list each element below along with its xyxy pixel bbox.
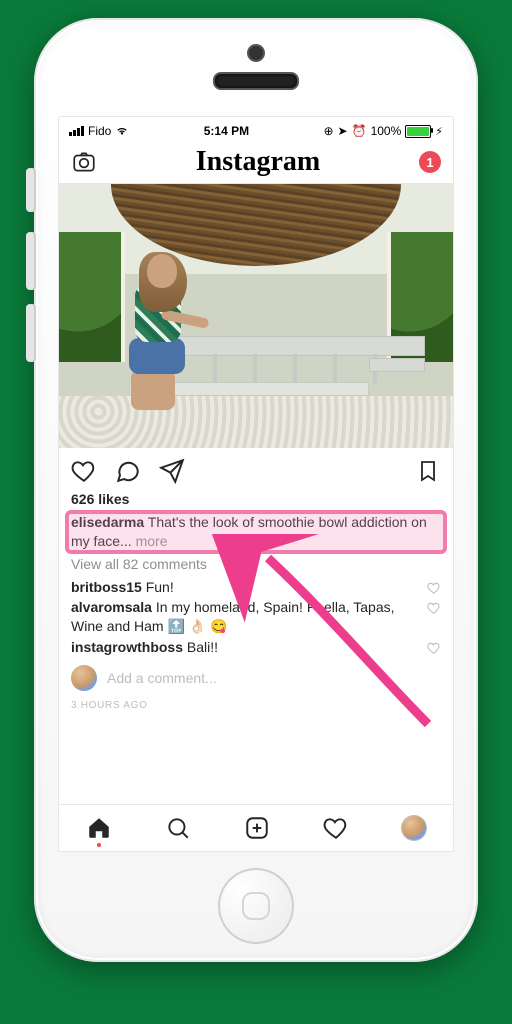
caption[interactable]: elisedarma That's the look of smoothie b…: [71, 513, 441, 551]
notification-dot: [97, 843, 101, 847]
avatar: [71, 665, 97, 691]
tab-search[interactable]: [165, 815, 191, 841]
add-comment[interactable]: Add a comment...: [71, 665, 441, 691]
feed: 626 likes elisedarma That's the look of …: [59, 184, 453, 804]
comment-username[interactable]: britboss15: [71, 579, 142, 595]
phone-frame: Fido 5:14 PM ⊕ ➤ ⏰ 100% ⚡︎ Instagr: [34, 18, 478, 962]
view-all-comments[interactable]: View all 82 comments: [71, 555, 441, 574]
alarm-icon: ⏰: [352, 124, 367, 138]
post-image[interactable]: [59, 184, 453, 448]
add-comment-placeholder: Add a comment...: [107, 669, 217, 688]
comment-username[interactable]: alvaromsala: [71, 599, 152, 615]
like-comment-icon[interactable]: [427, 641, 441, 660]
signal-icon: [69, 126, 84, 136]
save-icon[interactable]: [415, 458, 441, 484]
volume-down-button: [26, 304, 36, 362]
battery-icon: [405, 125, 431, 138]
screen: Fido 5:14 PM ⊕ ➤ ⏰ 100% ⚡︎ Instagr: [58, 116, 454, 852]
comment-row[interactable]: britboss15 Fun!: [71, 578, 441, 597]
mute-switch: [26, 168, 36, 212]
tab-profile[interactable]: [402, 816, 426, 840]
like-comment-icon[interactable]: [427, 581, 441, 600]
battery-pct: 100%: [371, 124, 402, 138]
direct-badge[interactable]: 1: [419, 151, 441, 173]
comment-text: Bali!!: [183, 639, 218, 655]
timestamp: 3 HOURS AGO: [71, 699, 441, 713]
tab-new-post[interactable]: [244, 815, 270, 841]
like-count[interactable]: 626 likes: [71, 490, 441, 509]
location-icon: ➤: [338, 124, 348, 138]
like-comment-icon[interactable]: [427, 601, 441, 620]
speaker: [213, 72, 299, 90]
like-icon[interactable]: [71, 458, 97, 484]
tab-bar: [59, 804, 453, 851]
comment-username[interactable]: instagrowthboss: [71, 639, 183, 655]
status-bar: Fido 5:14 PM ⊕ ➤ ⏰ 100% ⚡︎: [59, 117, 453, 141]
front-camera: [247, 44, 265, 62]
app-header: Instagram 1: [59, 141, 453, 184]
camera-icon[interactable]: [71, 149, 97, 175]
more-link[interactable]: more: [136, 533, 168, 549]
clock: 5:14 PM: [204, 124, 249, 138]
volume-up-button: [26, 232, 36, 290]
post-actions: [59, 448, 453, 488]
share-icon[interactable]: [159, 458, 185, 484]
comment-text: Fun!: [142, 579, 174, 595]
comment-icon[interactable]: [115, 458, 141, 484]
charging-icon: ⚡︎: [435, 125, 443, 138]
tab-home[interactable]: [86, 815, 112, 841]
app-title: Instagram: [196, 146, 320, 178]
tab-activity[interactable]: [323, 815, 349, 841]
comment-row[interactable]: alvaromsala In my homeland, Spain! Paell…: [71, 598, 441, 636]
carrier-label: Fido: [88, 124, 111, 138]
caption-username[interactable]: elisedarma: [71, 514, 144, 530]
wifi-icon: [115, 126, 129, 136]
gps-icon: ⊕: [323, 124, 333, 138]
home-button[interactable]: [218, 868, 294, 944]
comment-row[interactable]: instagrowthboss Bali!!: [71, 638, 441, 657]
